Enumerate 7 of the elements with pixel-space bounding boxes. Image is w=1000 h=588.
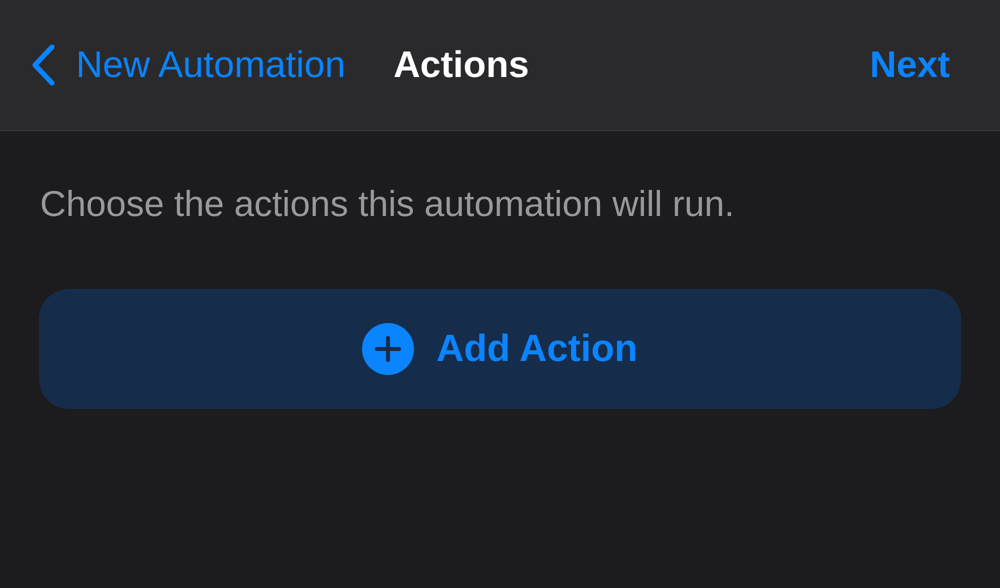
plus-circle-icon [362,323,414,375]
next-button[interactable]: Next [870,37,950,93]
description-text: Choose the actions this automation will run. [40,182,736,226]
back-button[interactable]: New Automation [30,37,346,93]
back-chevron-icon [30,43,56,87]
screen-title: Actions [393,43,530,88]
add-action-button[interactable]: Add Action [39,289,961,409]
